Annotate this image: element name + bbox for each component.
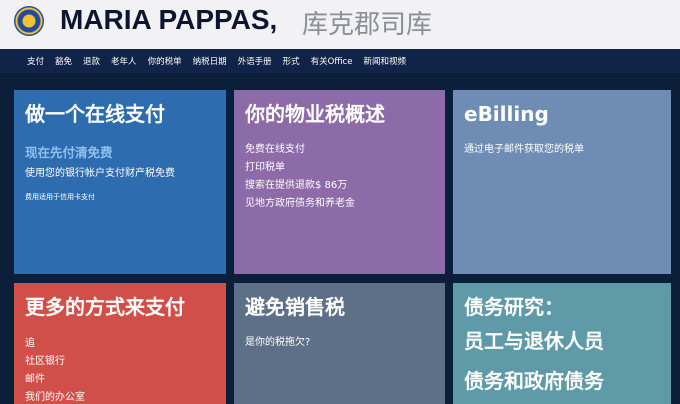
nav-item-about-office[interactable]: 有关Office <box>311 55 353 67</box>
pay-online-note: 费用适用于信用卡支付 <box>25 193 95 201</box>
nav-item-exemptions[interactable]: 豁免 <box>55 55 72 67</box>
nav-item-your-tax-bill[interactable]: 你的税单 <box>148 55 182 67</box>
ebilling-card[interactable]: eBilling 通过电子邮件获取您的税单 <box>453 90 671 274</box>
main-nav: 支付 豁免 退款 老年人 你的税单 纳税日期 外语手册 形式 有关Office … <box>0 49 680 73</box>
overview-link-search-refunds[interactable]: 搜索在提供退款$ 86万 <box>245 177 435 195</box>
debt-study-line-employees: 员工与退休人员 <box>464 329 604 353</box>
more-ways-link-mail[interactable]: 邮件 <box>25 371 216 389</box>
more-ways-link-chase[interactable]: 追 <box>25 335 216 353</box>
nav-item-language-guides[interactable]: 外语手册 <box>238 55 272 67</box>
more-ways-card: 更多的方式来支付 追 社区银行 邮件 我们的办公室 <box>14 283 226 404</box>
more-ways-link-community-bank[interactable]: 社区银行 <box>25 353 216 371</box>
site-title[interactable]: MARIA PAPPAS, <box>60 4 277 36</box>
pay-online-title[interactable]: 做一个在线支付 <box>25 100 216 128</box>
nav-item-tax-dates[interactable]: 纳税日期 <box>193 55 227 67</box>
avoid-tax-sale-card[interactable]: 避免销售税 是你的税拖欠? <box>234 283 445 404</box>
header-bar: MARIA PAPPAS, 库克郡司库 <box>0 0 680 49</box>
pay-online-card[interactable]: 做一个在线支付 现在先付清免费 使用您的银行帐户支付财产税免费 费用适用于信用卡… <box>14 90 226 274</box>
avoid-tax-sale-title[interactable]: 避免销售税 <box>245 293 435 321</box>
more-ways-links: 追 社区银行 邮件 我们的办公室 <box>25 335 216 404</box>
ebilling-title[interactable]: eBilling <box>464 100 661 128</box>
overview-link-pay-online[interactable]: 免费在线支付 <box>245 141 435 159</box>
more-ways-link-office[interactable]: 我们的办公室 <box>25 389 216 404</box>
tax-overview-links: 免费在线支付 打印税单 搜索在提供退款$ 86万 见地方政府债务和养老金 <box>245 141 435 213</box>
site-subtitle[interactable]: 库克郡司库 <box>302 4 432 41</box>
ebilling-description: 通过电子邮件获取您的税单 <box>464 144 584 155</box>
overview-link-debt-pensions[interactable]: 见地方政府债务和养老金 <box>245 195 435 213</box>
tax-overview-card: 你的物业税概述 免费在线支付 打印税单 搜索在提供退款$ 86万 见地方政府债务… <box>234 90 445 274</box>
debt-study-card[interactable]: 债务研究： 员工与退休人员 债务和政府债务 <box>453 283 671 404</box>
nav-item-seniors[interactable]: 老年人 <box>111 55 137 67</box>
nav-item-refunds[interactable]: 退款 <box>83 55 100 67</box>
nav-item-forms[interactable]: 形式 <box>283 55 300 67</box>
overview-link-print-bill[interactable]: 打印税单 <box>245 159 435 177</box>
debt-study-title[interactable]: 债务研究： <box>464 293 661 321</box>
debt-study-line-government-debt: 债务和政府债务 <box>464 369 604 393</box>
nav-item-news-videos[interactable]: 新闻和视频 <box>363 55 406 67</box>
nav-item-pay[interactable]: 支付 <box>27 55 44 67</box>
more-ways-title[interactable]: 更多的方式来支付 <box>25 293 216 321</box>
pay-online-subtitle: 现在先付清免费 <box>25 145 113 160</box>
pay-online-description: 使用您的银行帐户支付财产税免费 <box>25 168 175 179</box>
tax-overview-title[interactable]: 你的物业税概述 <box>245 100 435 128</box>
county-seal-icon[interactable] <box>14 6 44 36</box>
avoid-tax-sale-description: 是你的税拖欠? <box>245 337 311 348</box>
